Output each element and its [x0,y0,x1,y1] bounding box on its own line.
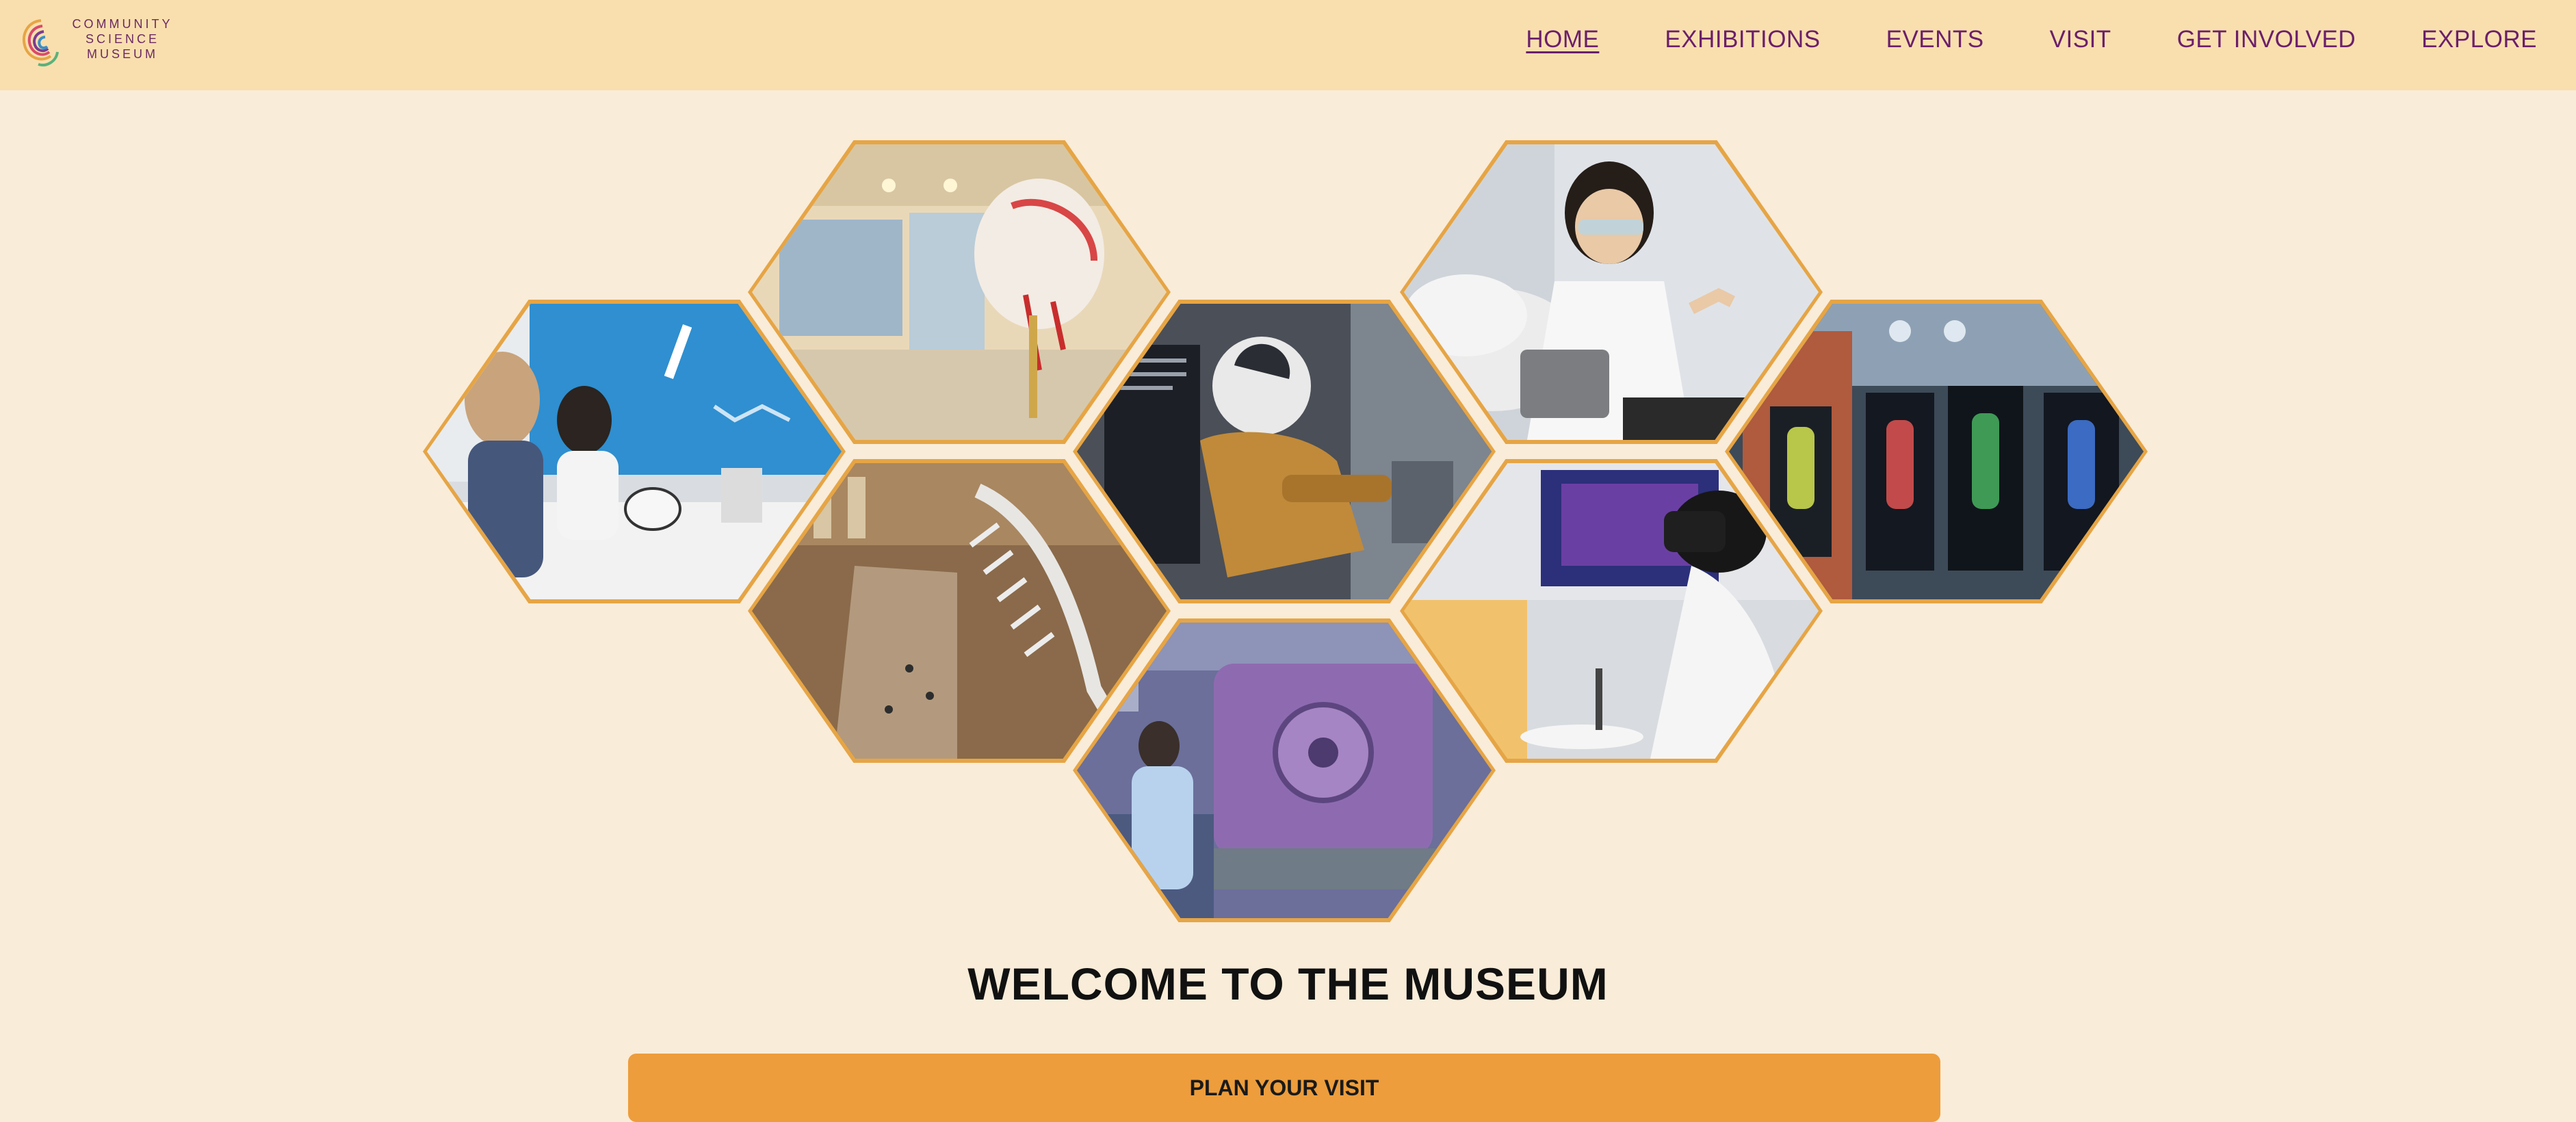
vr-headset-visitor-photo [1404,463,1819,759]
hexagon-photo-gallery [0,0,2576,958]
girl-dry-ice-experiment-photo [1404,144,1819,440]
gallery-hex-4 [1073,300,1496,603]
anatomy-skull-model-photo [752,144,1167,440]
gallery-hex-5 [1073,618,1496,922]
gallery-hex-3 [748,459,1171,763]
astronaut-suit-display-photo [1077,304,1492,599]
gallery-hex-8 [1725,300,2148,603]
gallery-hex-1 [423,300,846,603]
vacuum-chamber-scientist-photo [1077,623,1492,918]
plan-your-visit-label: PLAN YOUR VISIT [1189,1075,1379,1100]
figures-exhibit-hall-photo [1729,304,2144,599]
welcome-heading: WELCOME TO THE MUSEUM [967,958,1609,1009]
women-lab-experiment-photo [427,304,842,599]
whale-skeleton-hall-photo [752,463,1167,759]
gallery-hex-2 [748,140,1171,444]
plan-your-visit-button[interactable]: PLAN YOUR VISIT [628,1054,1940,1122]
gallery-hex-7 [1400,459,1823,763]
gallery-hex-6 [1400,140,1823,444]
